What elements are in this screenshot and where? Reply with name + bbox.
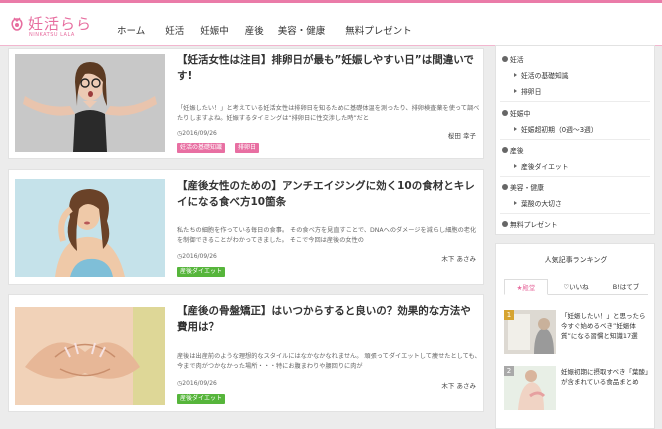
article-title[interactable]: 【産後女性のための】アンチエイジングに効く10の食材とキレイになる食べ方10箇条 — [177, 178, 479, 210]
caret-right-icon — [514, 127, 517, 131]
caret-right-icon — [514, 164, 517, 168]
divider — [500, 101, 650, 102]
article-date: ◷2016/09/26 — [177, 380, 217, 387]
nav-ninkatsu[interactable]: 妊活 — [165, 23, 184, 37]
sidebar-item-ninkatsu[interactable]: 妊活 — [502, 54, 524, 64]
sidebar-item-beauty-health[interactable]: 美容・健康 — [502, 182, 544, 192]
article-thumbnail[interactable] — [15, 179, 165, 277]
nav-pregnancy[interactable]: 妊娠中 — [200, 23, 229, 37]
sidebar-category-menu: 妊活 妊活の基礎知識 排卵日 妊娠中 妊娠超初期（0週〜3週） 産後 産後ダイエ… — [495, 45, 655, 235]
article-author[interactable]: 桜田 幸子 — [448, 130, 476, 140]
sidebar-subitem[interactable]: 産後ダイエット — [514, 161, 569, 171]
divider — [500, 176, 650, 177]
article-excerpt: 「妊娠したい！」と考えている妊活女性は排卵日を知るために基礎体温を測ったり、排卵… — [177, 105, 480, 122]
sidebar-item-free-present[interactable]: 無料プレゼント — [502, 219, 558, 229]
article-author[interactable]: 木下 あさみ — [441, 380, 476, 390]
tab-hall-of-fame[interactable]: ★殿堂 — [504, 279, 548, 295]
ranking-item[interactable]: 1 「妊娠したい！」と思ったら今すぐ始めるべき”妊娠体質”になる習慣と知識17選 — [504, 310, 650, 360]
sidebar-subitem[interactable]: 排卵日 — [514, 86, 541, 96]
caret-right-icon — [514, 89, 517, 93]
category-tag[interactable]: 産後ダイエット — [177, 394, 225, 404]
ranking-item-title[interactable]: 「妊娠したい！」と思ったら今すぐ始めるべき”妊娠体質”になる習慣と知識17選 — [561, 311, 649, 341]
article-card[interactable]: 【産後女性のための】アンチエイジングに効く10の食材とキレイになる食べ方10箇条… — [8, 169, 484, 285]
ranking-item[interactable]: 2 妊娠初期に摂取すべき「葉酸」が含まれている食品まとめ — [504, 366, 650, 416]
nav-beauty-health[interactable]: 美容・健康 — [278, 23, 326, 37]
divider — [500, 139, 650, 140]
tab-hatebu[interactable]: B!はてブ — [604, 279, 648, 295]
caret-right-icon — [514, 201, 517, 205]
caret-right-icon — [514, 73, 517, 77]
article-thumbnail[interactable] — [15, 54, 165, 152]
ranking-title: 人気記事ランキング — [544, 256, 608, 264]
rank-badge: 1 — [504, 310, 514, 320]
sidebar-subitem[interactable]: 妊活の基礎知識 — [514, 70, 569, 80]
article-excerpt: 私たちの細胞を作っている毎日の食事。 その食べ方を見直すことで、DNAへのダメー… — [177, 227, 477, 244]
article-card[interactable]: 【産後の骨盤矯正】はいつからすると良いの？効果的な方法や費用は？ 産後は出産前の… — [8, 294, 484, 412]
site-header: 妊活らら NINKATSU LALA ホーム 妊活 妊娠中 産後 美容・健康 無… — [0, 3, 662, 45]
tab-likes[interactable]: ♡いいね — [554, 279, 598, 295]
global-nav: ホーム 妊活 妊娠中 産後 美容・健康 無料プレゼント — [117, 23, 432, 37]
category-tag[interactable]: 妊活の基礎知識 — [177, 143, 226, 153]
site-logo[interactable]: 妊活らら NINKATSU LALA — [9, 13, 93, 39]
category-tag[interactable]: 排卵日 — [235, 143, 260, 153]
ranking-widget: 人気記事ランキング ★殿堂 ♡いいね B!はてブ 1 「妊娠したい！」と思ったら… — [495, 243, 655, 429]
circle-arrow-icon — [502, 221, 508, 227]
sidebar-subitem[interactable]: 葉酸の大切さ — [514, 198, 562, 208]
category-tag[interactable]: 産後ダイエット — [177, 267, 225, 277]
flower-logo-icon — [11, 17, 23, 31]
article-thumbnail[interactable] — [15, 307, 165, 405]
sidebar-item-pregnancy[interactable]: 妊娠中 — [502, 108, 530, 118]
article-date: ◷2016/09/26 — [177, 253, 217, 260]
ranking-item-title[interactable]: 妊娠初期に摂取すべき「葉酸」が含まれている食品まとめ — [561, 367, 649, 387]
logo-text: 妊活らら — [28, 15, 93, 33]
circle-arrow-icon — [502, 184, 508, 190]
nav-free-present[interactable]: 無料プレゼント — [345, 23, 412, 37]
nav-home[interactable]: ホーム — [117, 23, 145, 37]
logo-subtitle: NINKATSU LALA — [29, 32, 75, 38]
sidebar-subitem[interactable]: 妊娠超初期（0週〜3週） — [514, 124, 598, 134]
divider — [500, 213, 650, 214]
article-title[interactable]: 【産後の骨盤矯正】はいつからすると良いの？効果的な方法や費用は？ — [177, 303, 479, 335]
article-date: ◷2016/09/26 — [177, 130, 217, 137]
article-excerpt: 産後は出産前のような理想的なスタイルにはなかなかなれません。 頑張ってダイエット… — [177, 353, 481, 370]
nav-postpartum[interactable]: 産後 — [245, 23, 264, 37]
rank-badge: 2 — [504, 366, 514, 376]
circle-arrow-icon — [502, 110, 508, 116]
sidebar-item-postpartum[interactable]: 産後 — [502, 145, 524, 155]
ranking-tabs: ★殿堂 ♡いいね B!はてブ — [504, 279, 648, 295]
article-card[interactable]: 【妊活女性は注目】排卵日が最も”妊娠しやすい日”は間違いです! 「妊娠したい！」… — [8, 48, 484, 159]
circle-arrow-icon — [502, 147, 508, 153]
circle-arrow-icon — [502, 56, 508, 62]
article-title[interactable]: 【妊活女性は注目】排卵日が最も”妊娠しやすい日”は間違いです! — [177, 52, 479, 84]
article-author[interactable]: 木下 あさみ — [441, 253, 476, 263]
